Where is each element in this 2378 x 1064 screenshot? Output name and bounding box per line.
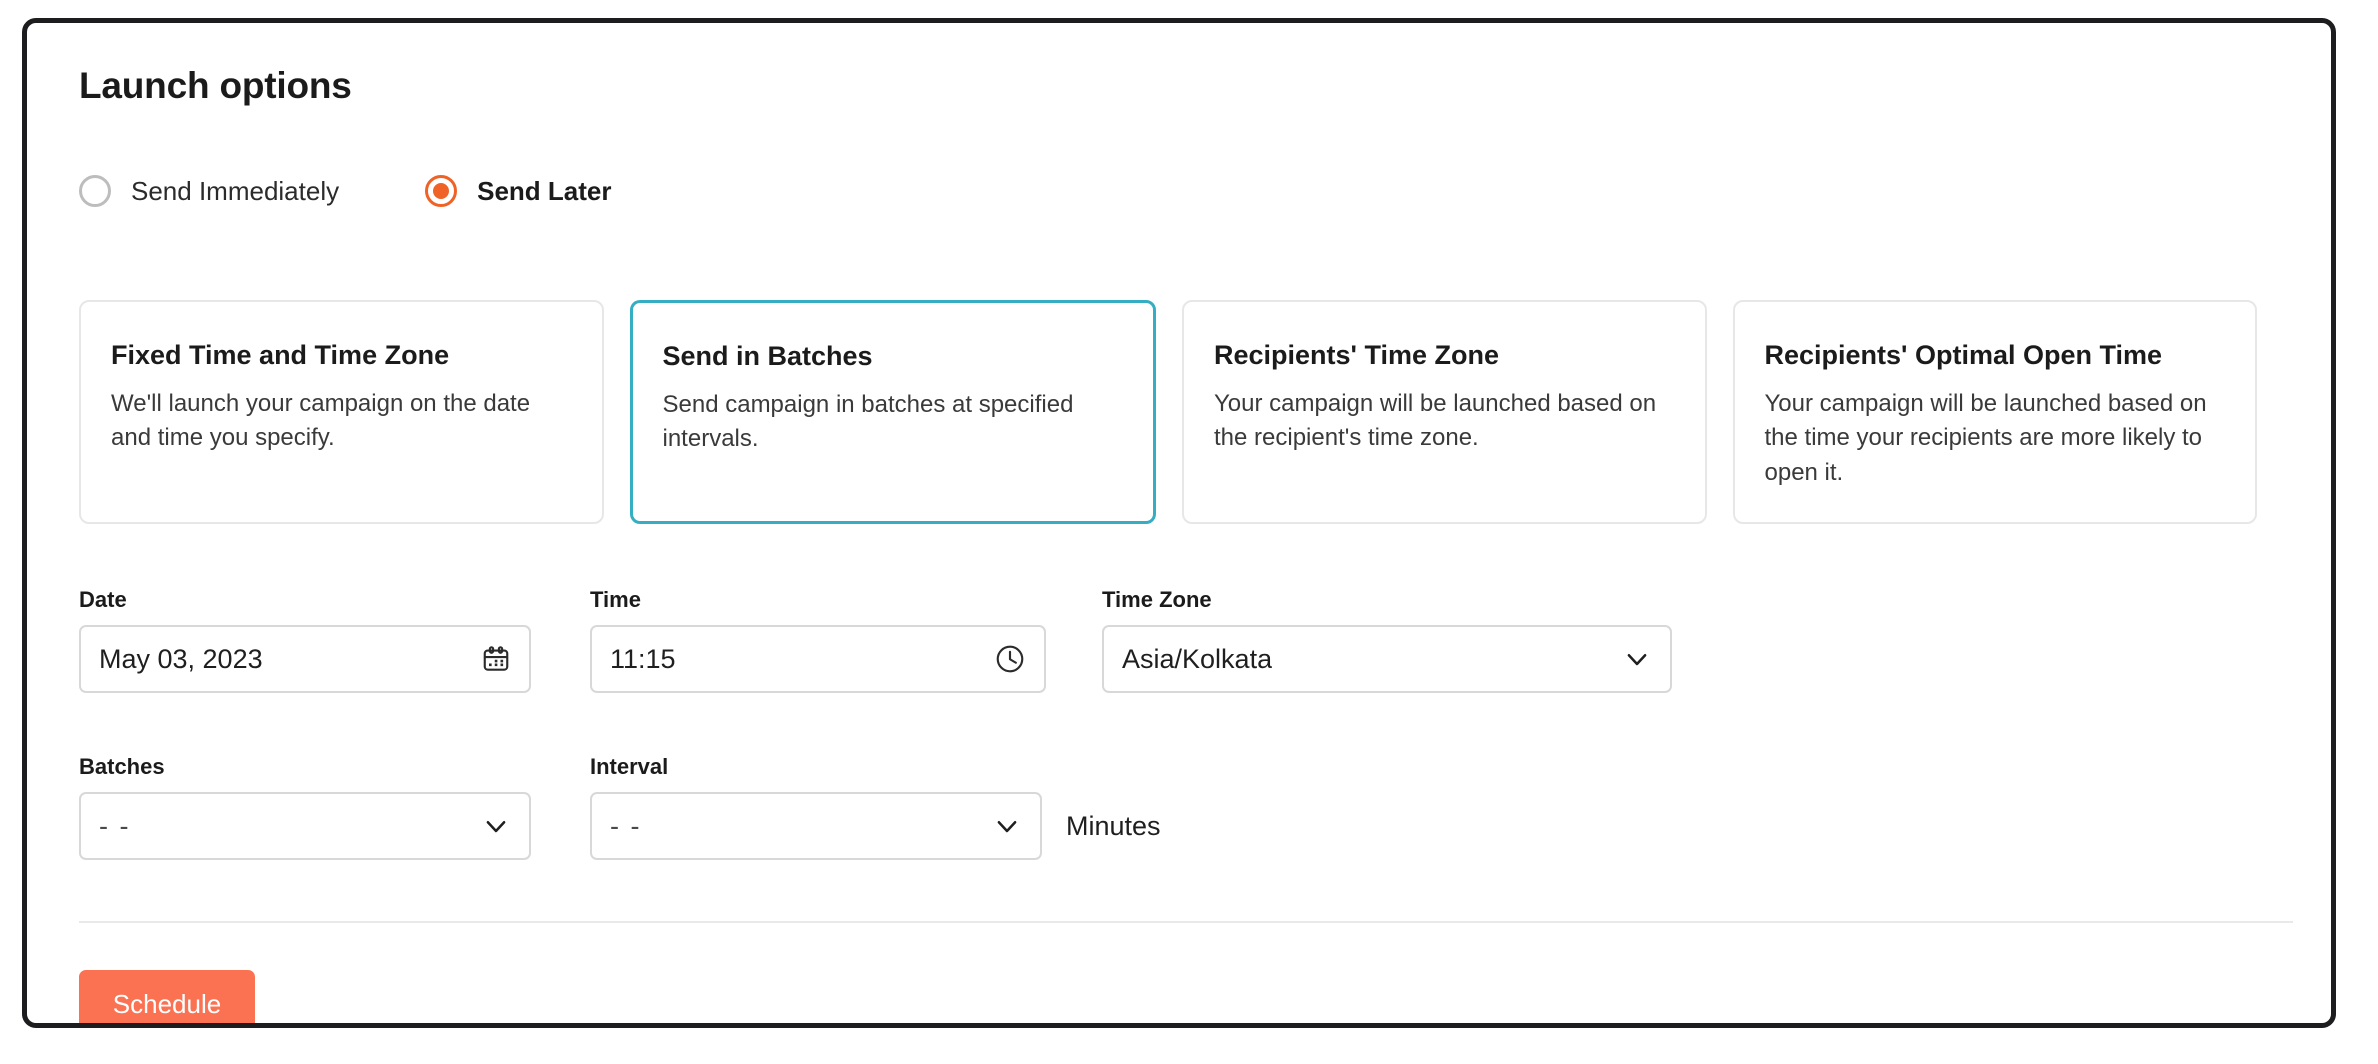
card-title: Recipients' Time Zone: [1214, 340, 1499, 370]
date-value: May 03, 2023: [99, 643, 263, 674]
launch-mode-radio-group: Send Immediately Send Later: [79, 175, 611, 207]
card-description: Send campaign in batches at specified in…: [662, 391, 1074, 453]
card-recipients-time-zone[interactable]: Recipients' Time Zone Your campaign will…: [1182, 300, 1707, 524]
schedule-type-card-list: Fixed Time and Time Zone We'll launch yo…: [79, 300, 2257, 524]
card-send-in-batches[interactable]: Send in Batches Send campaign in batches…: [629, 300, 1156, 524]
chevron-down-icon[interactable]: [1622, 644, 1652, 674]
radio-send-immediately-label: Send Immediately: [131, 175, 340, 206]
radio-send-later[interactable]: Send Later: [425, 175, 611, 207]
radio-send-immediately[interactable]: Send Immediately: [79, 175, 339, 207]
interval-label: Interval: [590, 754, 669, 779]
launch-options-window: Launch options Send Immediately Send Lat…: [22, 18, 2336, 1028]
footer-divider: [79, 921, 2293, 923]
chevron-down-icon[interactable]: [481, 811, 511, 841]
interval-select[interactable]: - -: [590, 792, 1042, 860]
batches-value: - -: [99, 810, 131, 841]
launch-options-panel: Launch options Send Immediately Send Lat…: [27, 23, 2331, 1023]
interval-unit-label: Minutes: [1066, 811, 1161, 841]
time-label: Time: [590, 587, 641, 612]
card-title: Recipients' Optimal Open Time: [1764, 340, 2163, 370]
batch-settings-row: Batches - - Interval - - Minutes: [79, 754, 1161, 860]
card-description: We'll launch your campaign on the date a…: [111, 390, 531, 452]
timezone-select[interactable]: Asia/Kolkata: [1102, 625, 1672, 693]
timezone-label: Time Zone: [1102, 587, 1212, 612]
page-title: Launch options: [79, 65, 352, 106]
radio-checked-icon[interactable]: [425, 175, 458, 207]
chevron-down-icon[interactable]: [992, 811, 1022, 841]
radio-send-later-label: Send Later: [477, 175, 612, 206]
date-input[interactable]: May 03, 2023: [79, 625, 531, 693]
card-recipients-optimal-open-time[interactable]: Recipients' Optimal Open Time Your campa…: [1732, 300, 2257, 524]
schedule-datetime-row: Date May 03, 2023 Time 11:15 Time Zone A…: [79, 587, 1672, 693]
time-input[interactable]: 11:15: [590, 625, 1046, 693]
timezone-value: Asia/Kolkata: [1122, 643, 1273, 674]
card-description: Your campaign will be launched based on …: [1214, 390, 1657, 452]
schedule-button[interactable]: Schedule: [79, 970, 255, 1023]
card-title: Send in Batches: [662, 341, 873, 371]
time-value: 11:15: [610, 643, 676, 674]
batches-field: Batches - -: [79, 754, 531, 860]
radio-unchecked-icon[interactable]: [79, 175, 111, 207]
time-field: Time 11:15: [590, 587, 1046, 693]
interval-value: - -: [610, 810, 642, 841]
card-fixed-time-and-time-zone[interactable]: Fixed Time and Time Zone We'll launch yo…: [79, 300, 604, 524]
batches-select[interactable]: - -: [79, 792, 531, 860]
interval-field: Interval - -: [590, 754, 1042, 860]
date-field: Date May 03, 2023: [79, 587, 531, 693]
batches-label: Batches: [79, 754, 165, 779]
card-description: Your campaign will be launched based on …: [1764, 390, 2207, 486]
clock-icon[interactable]: [994, 643, 1026, 675]
card-title: Fixed Time and Time Zone: [111, 340, 450, 370]
calendar-icon[interactable]: [481, 644, 511, 674]
date-label: Date: [79, 587, 127, 612]
timezone-field: Time Zone Asia/Kolkata: [1102, 587, 1672, 693]
